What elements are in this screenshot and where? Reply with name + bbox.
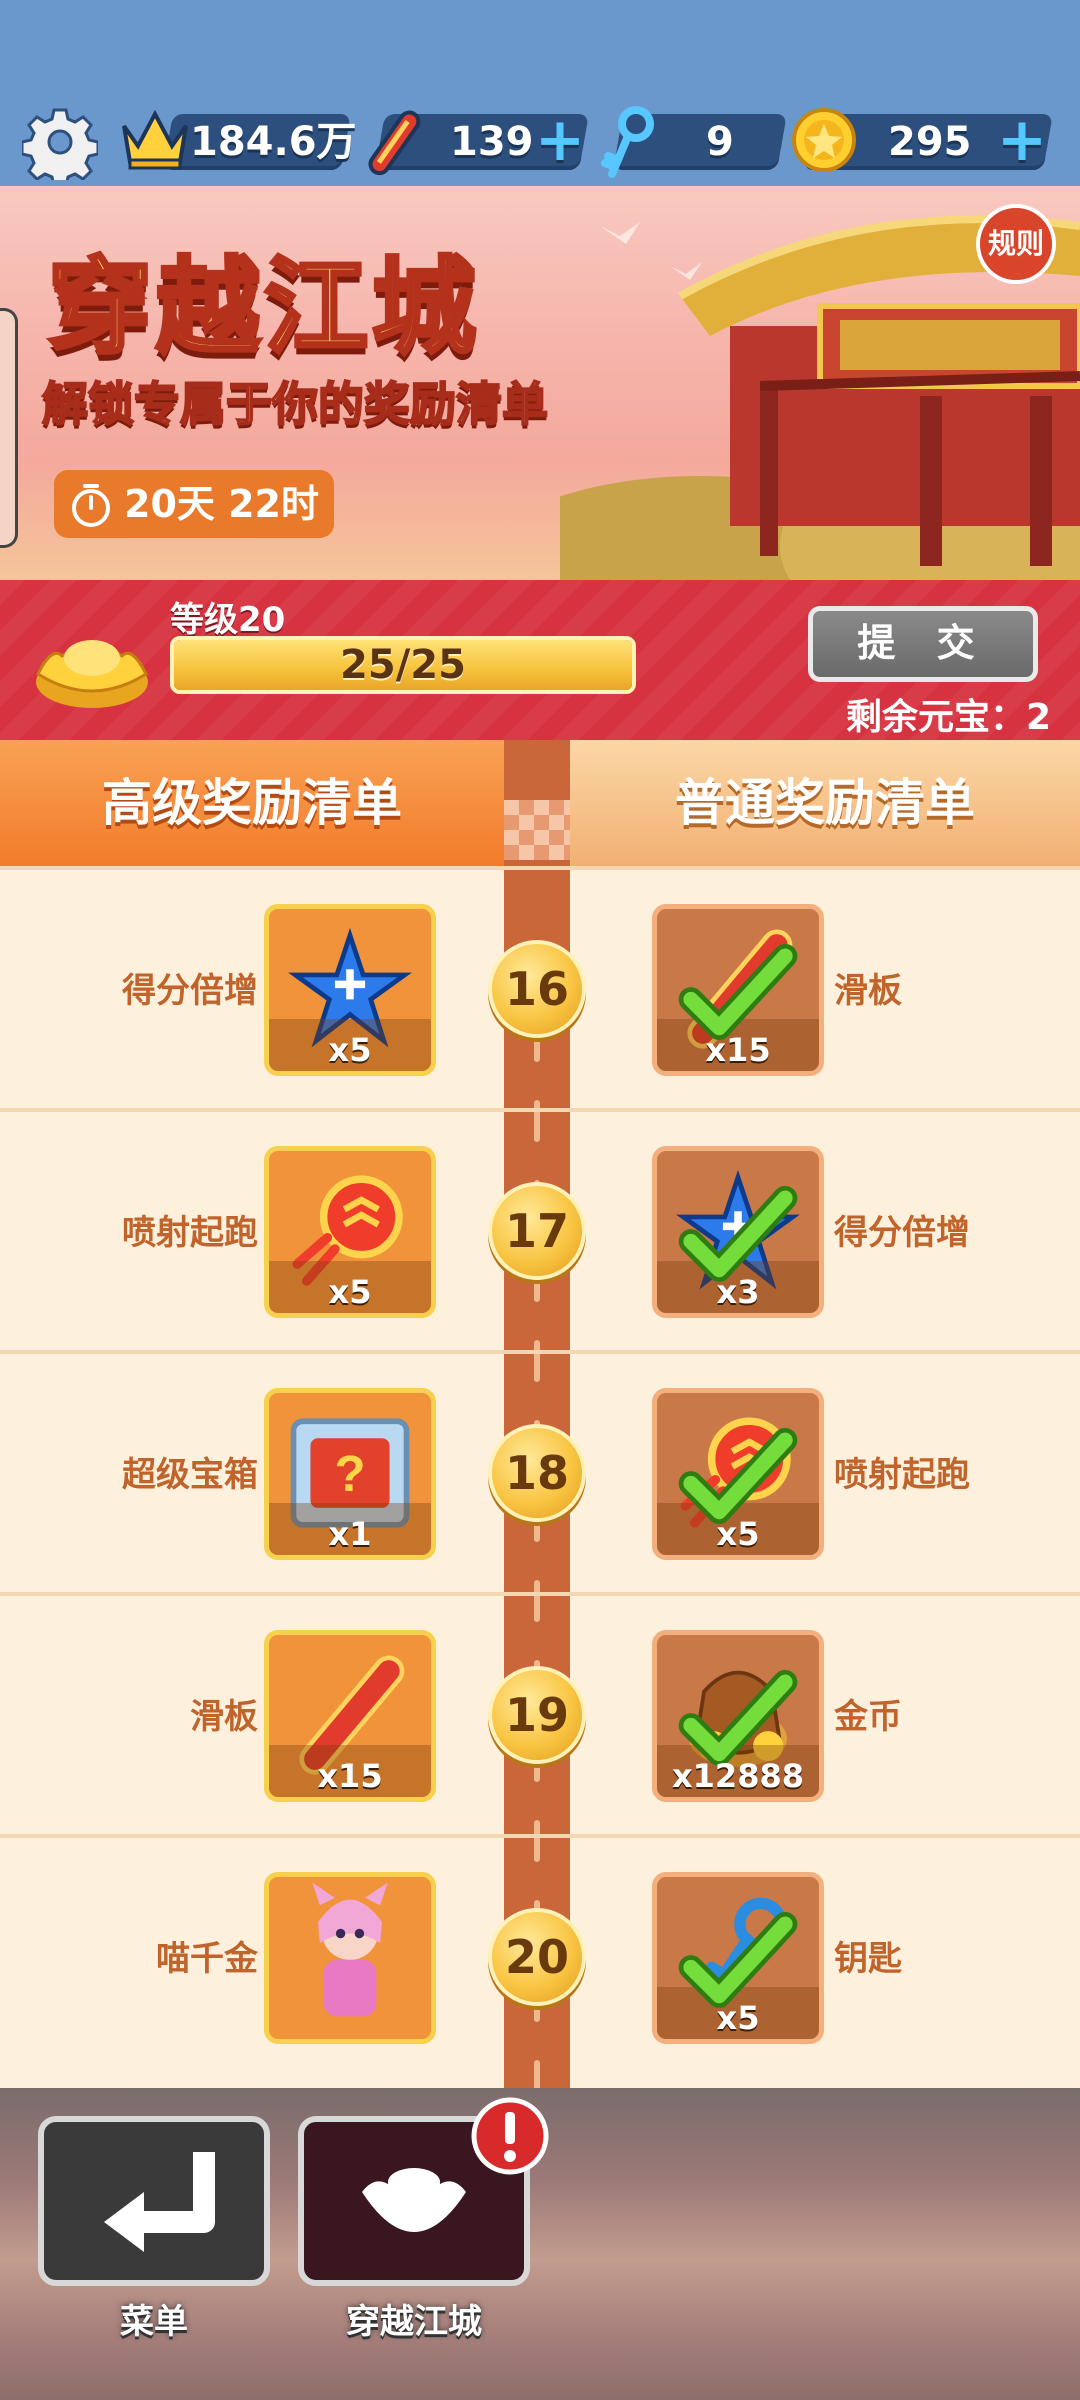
city-event-label: 穿越江城 [346, 2302, 482, 2342]
premium-reward-card[interactable]: x5 [264, 1146, 436, 1318]
keys-value: 9 [706, 119, 734, 165]
hoverboard-icon [368, 110, 421, 176]
event-timer: 20天 22时 [54, 470, 334, 538]
level-progress-bar: 25/25 [170, 636, 636, 694]
menu-button[interactable] [38, 2116, 270, 2286]
normal-reward-card[interactable]: x12888 [652, 1630, 824, 1802]
crown-icon [122, 109, 188, 170]
normal-reward-qty: x5 [716, 1999, 760, 2037]
level-node: 19 [488, 1666, 586, 1764]
premium-reward-label: 滑板 [190, 1697, 258, 1737]
birds-decoration [600, 222, 702, 280]
add-coins-button[interactable]: + [994, 110, 1050, 172]
normal-reward-qty: x12888 [672, 1757, 804, 1795]
bottom-bar: 菜单 穿越江城 [0, 2088, 1080, 2400]
premium-reward-label: 喵千金 [156, 1939, 258, 1979]
normal-rewards-header: 普通奖励清单 [570, 740, 1080, 866]
stopwatch-icon [72, 484, 110, 527]
normal-reward-card[interactable]: x3 [652, 1146, 824, 1318]
level-node: 17 [488, 1182, 586, 1280]
add-boards-button[interactable]: + [532, 110, 588, 172]
menu-label: 菜单 [120, 2302, 188, 2342]
premium-reward-qty: x1 [328, 1515, 372, 1553]
normal-reward-label: 钥匙 [834, 1939, 902, 1979]
reward-list[interactable]: 高级奖励清单 普通奖励清单 得分倍增 x5 16 x15 滑板 喷射起跑 x5 17 x3 得分倍… [0, 740, 1080, 2102]
reward-row: 喷射起跑 x5 17 x3 得分倍增 [0, 1108, 1080, 1350]
timer-text: 20天 22时 [124, 482, 319, 526]
level-node: 16 [488, 940, 586, 1038]
level-progress-text: 25/25 [340, 642, 466, 688]
banner-subtitle: 解锁专属于你的奖励清单 [41, 376, 549, 432]
normal-reward-qty: x3 [716, 1273, 760, 1311]
svg-text:?: ? [334, 1445, 365, 1502]
premium-reward-label: 喷射起跑 [122, 1213, 258, 1253]
premium-rewards-header: 高级奖励清单 [0, 740, 504, 866]
normal-reward-label: 金币 [834, 1697, 902, 1737]
gold-ingot-icon [36, 640, 148, 708]
premium-reward-qty: x5 [328, 1031, 372, 1069]
rules-button[interactable]: 规则 [976, 204, 1056, 284]
premium-reward-card[interactable]: x15 [264, 1630, 436, 1802]
level-node: 18 [488, 1424, 586, 1522]
reward-row: 喵千金 20 x5 钥匙 [0, 1834, 1080, 2076]
key-icon [601, 106, 654, 178]
normal-reward-label: 滑板 [834, 971, 902, 1011]
reward-row: 超级宝箱? x1 18 x5 喷射起跑 [0, 1350, 1080, 1592]
top-bar: 184.6万 139 + 9 295 + [0, 0, 1080, 186]
level-node: 20 [488, 1908, 586, 2006]
coins-value: 295 [888, 119, 972, 165]
alert-badge-icon [471, 2097, 549, 2175]
banner-title: 穿越江城 [46, 244, 481, 370]
character-icon [312, 1882, 388, 2017]
gear-icon[interactable] [22, 104, 98, 180]
side-drawer-handle[interactable] [0, 308, 18, 548]
submit-button[interactable]: 提 交 [808, 606, 1038, 682]
premium-reward-card[interactable]: x5 [264, 904, 436, 1076]
premium-reward-card[interactable]: ? x1 [264, 1388, 436, 1560]
premium-reward-label: 超级宝箱 [122, 1455, 258, 1495]
event-banner: 穿越江城 解锁专属于你的奖励清单 20天 22时 规则 [0, 186, 1080, 580]
normal-reward-qty: x5 [716, 1515, 760, 1553]
normal-reward-qty: x15 [705, 1031, 771, 1069]
normal-reward-card[interactable]: x5 [652, 1872, 824, 2044]
premium-reward-qty: x15 [317, 1757, 383, 1795]
normal-reward-label: 得分倍增 [834, 1213, 970, 1253]
premium-reward-label: 得分倍增 [122, 971, 258, 1011]
level-label: 等级20 [170, 600, 286, 640]
start-checker [504, 800, 570, 860]
currency-hud: 184.6万 139 + 9 295 + [0, 104, 1080, 182]
reward-row: 得分倍增 x5 16 x15 滑板 [0, 866, 1080, 1108]
reward-row: 滑板 x15 19 x12888 金币 [0, 1592, 1080, 1834]
level-bar: 等级20 25/25 提 交 剩余元宝：2 [0, 580, 1080, 740]
normal-reward-card[interactable]: x15 [652, 904, 824, 1076]
normal-reward-label: 喷射起跑 [834, 1455, 970, 1495]
remaining-ingots: 剩余元宝：2 [846, 697, 1052, 738]
premium-reward-card[interactable] [264, 1872, 436, 2044]
return-arrow-icon [104, 2152, 215, 2252]
crown-value: 184.6万 [190, 119, 357, 165]
boards-value: 139 [450, 119, 534, 165]
normal-reward-card[interactable]: x5 [652, 1388, 824, 1560]
coin-icon [792, 108, 856, 172]
premium-reward-qty: x5 [328, 1273, 372, 1311]
